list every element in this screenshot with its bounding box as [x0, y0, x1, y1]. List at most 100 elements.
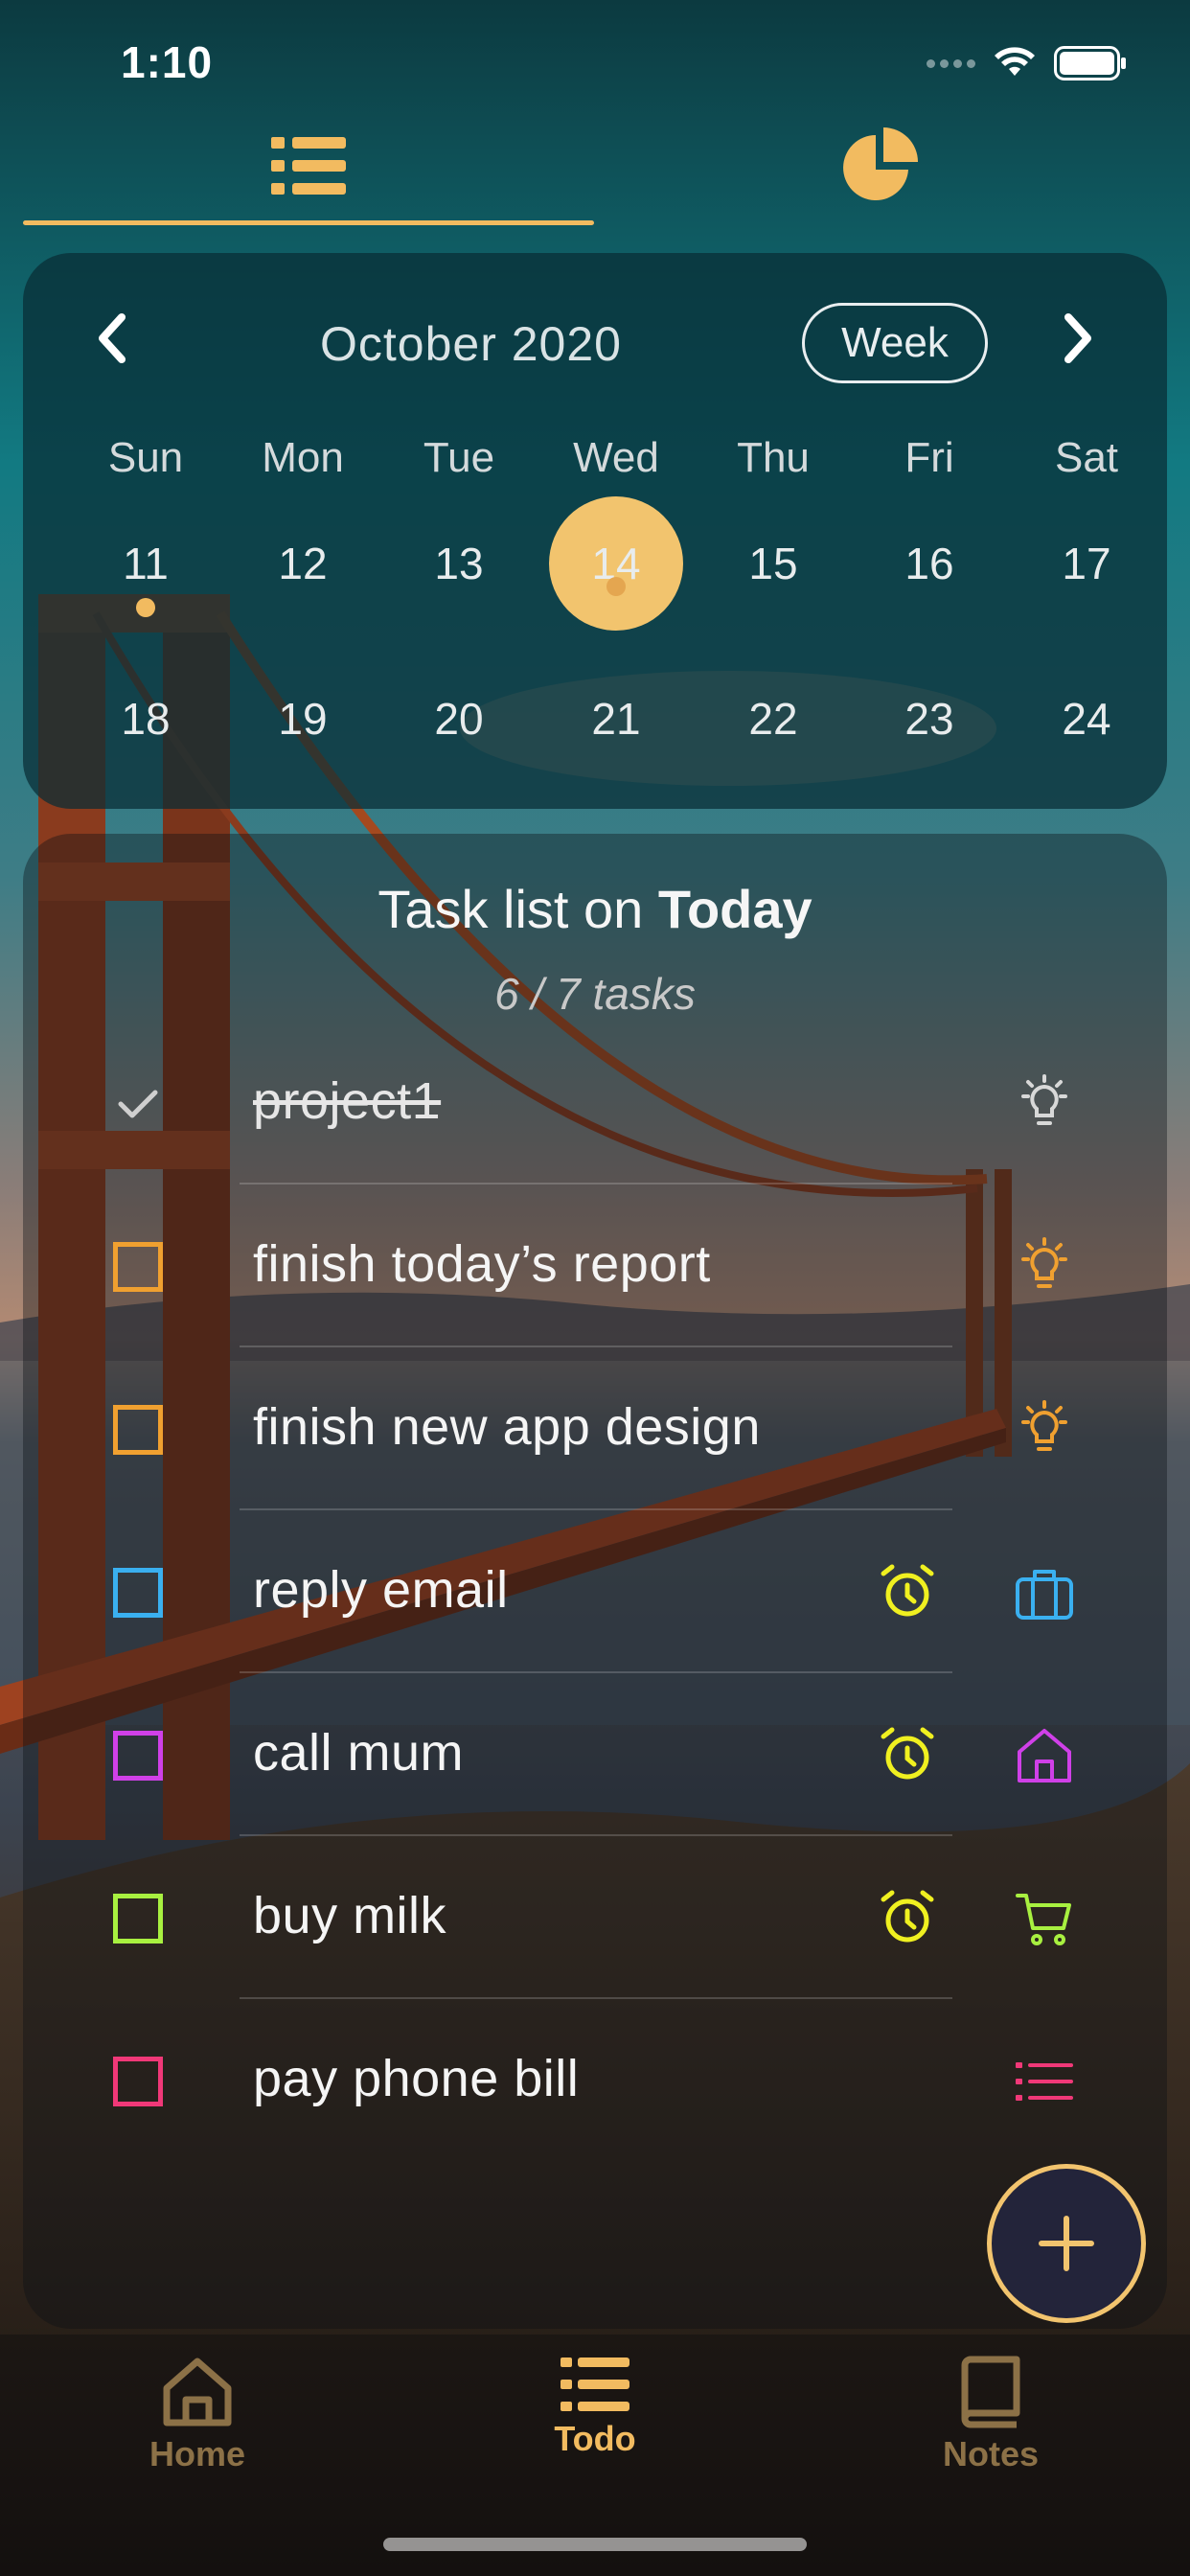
task-row[interactable]: finish today’s report [23, 1184, 1167, 1347]
calendar-date[interactable]: 16 [851, 516, 1008, 611]
lightbulb-icon [1021, 1237, 1067, 1288]
task-label[interactable]: project1 [253, 1071, 441, 1131]
nav-todo[interactable]: Todo [451, 2356, 739, 2499]
calendar-date[interactable]: 22 [695, 671, 852, 767]
checkmark-icon [118, 1090, 158, 1118]
list-icon [561, 2358, 629, 2411]
task-label[interactable]: call mum [253, 1723, 464, 1782]
task-checkbox[interactable] [111, 2055, 165, 2108]
weekday-label: Thu [737, 434, 810, 481]
task-checkbox[interactable] [111, 1729, 165, 1782]
nav-notes-label: Notes [942, 2434, 1040, 2473]
alarm-clock-icon [881, 1564, 934, 1617]
calendar-date-number: 16 [904, 539, 954, 588]
category-button[interactable] [1010, 1232, 1079, 1301]
calendar-date[interactable]: 17 [1008, 516, 1165, 611]
task-label[interactable]: finish new app design [253, 1397, 761, 1457]
calendar-date-number: 19 [278, 694, 328, 744]
calendar-date-number: 23 [904, 694, 954, 744]
calendar-card: October 2020 Week Sun Mon Tue Wed Thu Fr… [23, 253, 1167, 809]
task-row[interactable]: reply email [23, 1510, 1167, 1673]
calendar-date-number: 15 [748, 539, 798, 588]
calendar-date-number: 17 [1062, 539, 1111, 588]
task-checkbox[interactable] [111, 1892, 165, 1945]
task-row[interactable]: project1 [23, 1022, 1167, 1184]
category-button[interactable] [1010, 1884, 1079, 1953]
calendar-date[interactable]: 11 [67, 516, 224, 617]
category-button[interactable] [1010, 1395, 1079, 1464]
weekday-label: Sun [107, 434, 184, 481]
calendar-date[interactable]: 12 [224, 516, 381, 611]
weekday-label: Wed [573, 434, 659, 481]
tab-list-view[interactable] [23, 105, 594, 226]
alarm-button[interactable] [874, 1884, 941, 1951]
category-button[interactable] [1010, 1070, 1079, 1138]
calendar-date[interactable]: 13 [380, 516, 538, 611]
alarm-button[interactable] [874, 1558, 941, 1625]
task-indicator-dot [606, 577, 626, 596]
house-icon [1018, 1729, 1071, 1782]
calendar-date[interactable]: 18 [67, 671, 224, 767]
task-row[interactable]: finish new app design [23, 1347, 1167, 1510]
pie-chart-icon [843, 127, 918, 200]
lightbulb-icon [1021, 1400, 1067, 1451]
next-week-button[interactable] [1044, 305, 1111, 372]
weekday-label: Mon [262, 434, 344, 481]
task-row[interactable]: buy milk [23, 1836, 1167, 1999]
alarm-clock-icon [881, 1890, 934, 1943]
calendar-date[interactable]: 19 [224, 671, 381, 767]
task-row[interactable]: pay phone bill [23, 1999, 1167, 2162]
weekday-label: Fri [904, 434, 954, 481]
nav-notes[interactable]: Notes [847, 2356, 1134, 2499]
view-tabs [23, 105, 1167, 230]
calendar-date[interactable]: 15 [695, 516, 852, 611]
home-indicator [383, 2538, 807, 2551]
nav-home[interactable]: Home [54, 2356, 341, 2499]
task-row[interactable]: call mum [23, 1673, 1167, 1836]
chevron-left-icon [99, 313, 126, 363]
chevron-right-icon [1064, 313, 1091, 363]
task-checkbox[interactable] [111, 1240, 165, 1294]
calendar-date-number: 12 [278, 539, 328, 588]
calendar-date[interactable]: 21 [538, 671, 695, 767]
nav-home-label: Home [149, 2434, 246, 2473]
add-task-button[interactable] [987, 2164, 1146, 2323]
task-label[interactable]: finish today’s report [253, 1234, 711, 1294]
task-indicator-dot [136, 598, 155, 617]
cart-icon [1016, 1894, 1071, 1945]
calendar-week-row: 11 12 13 14 15 16 17 [23, 496, 1167, 631]
calendar-week-row: 18 19 20 21 22 23 24 [23, 671, 1167, 767]
calendar-month-label[interactable]: October 2020 [320, 316, 622, 372]
active-tab-underline [23, 220, 594, 225]
weekday-label: Tue [423, 434, 495, 481]
task-checkbox[interactable] [111, 1566, 165, 1620]
category-button[interactable] [1010, 2047, 1079, 2116]
nav-todo-label: Todo [554, 2419, 636, 2458]
week-view-toggle[interactable]: Week [802, 303, 988, 383]
weekday-row: Sun Mon Tue Wed Thu Fri Sat [23, 410, 1167, 506]
calendar-header: October 2020 Week [23, 291, 1167, 383]
calendar-date[interactable]: 23 [851, 671, 1008, 767]
task-label[interactable]: buy milk [253, 1886, 446, 1945]
task-checkbox-checked[interactable] [111, 1077, 165, 1131]
tab-chart-view[interactable] [596, 105, 1167, 226]
alarm-button[interactable] [874, 1721, 941, 1788]
category-button[interactable] [1010, 1558, 1079, 1627]
house-icon [163, 2358, 232, 2426]
calendar-date-selected[interactable]: 14 [538, 496, 695, 631]
category-button[interactable] [1010, 1721, 1079, 1790]
calendar-date[interactable]: 24 [1008, 671, 1165, 767]
calendar-date-number: 20 [434, 694, 484, 744]
briefcase-icon [1016, 1570, 1073, 1620]
weekday-label: Sat [1054, 434, 1119, 481]
calendar-date-number: 11 [123, 539, 169, 588]
task-label[interactable]: pay phone bill [253, 2049, 579, 2108]
lightbulb-icon [1021, 1074, 1067, 1125]
task-count: 6 / 7 tasks [494, 969, 696, 1019]
calendar-date[interactable]: 20 [380, 671, 538, 767]
previous-week-button[interactable] [79, 305, 146, 372]
task-list-card: Task list on Today 6 / 7 tasks project1 … [23, 834, 1167, 2329]
book-icon [961, 2356, 1020, 2428]
task-label[interactable]: reply email [253, 1560, 509, 1620]
task-checkbox[interactable] [111, 1403, 165, 1457]
